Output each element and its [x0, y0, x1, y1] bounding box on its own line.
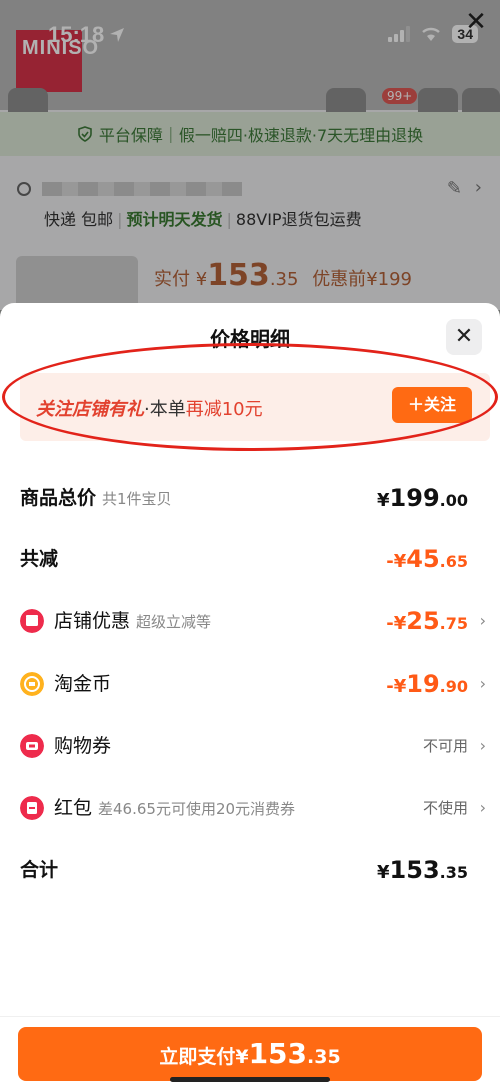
price-detail-sheet: 价格明细 ✕ 关注店铺有礼·本单再减10元 ＋关注 商品总价 共1件宝贝 ¥199…: [0, 303, 500, 1086]
pay-integer: 153: [248, 1037, 308, 1070]
total-reduction-amount: -¥45.65: [386, 545, 468, 573]
red-packet-sub: 差46.65元可使用20元消费券: [98, 800, 296, 818]
follow-store-promo: 关注店铺有礼·本单再减10元 ＋关注: [20, 373, 490, 441]
close-button[interactable]: ✕: [446, 319, 482, 355]
shop-icon: [20, 609, 44, 633]
ticket-icon: [20, 734, 44, 758]
close-icon: ✕: [454, 324, 474, 349]
row-sum: 合计 ¥153.35: [0, 855, 500, 885]
red-packet-icon: [20, 796, 44, 820]
coin-icon: [20, 672, 44, 696]
row-taojinbi[interactable]: 淘金币 -¥19.90 ›: [0, 669, 500, 699]
follow-store-button[interactable]: ＋关注: [392, 387, 472, 423]
chevron-right-icon: ›: [479, 798, 486, 817]
sheet-title: 价格明细: [210, 327, 290, 351]
promo-discount: 再减10元: [185, 399, 263, 420]
goods-total-amount: ¥199.00: [377, 484, 468, 512]
row-goods-total: 商品总价 共1件宝贝 ¥199.00: [0, 483, 500, 513]
pay-decimal: .35: [307, 1046, 341, 1068]
goods-total-label: 商品总价 共1件宝贝: [20, 487, 172, 509]
pay-now-button[interactable]: 立即支付¥153.35: [18, 1027, 482, 1081]
taojinbi-amount: -¥19.90: [386, 670, 468, 698]
pay-currency: ¥: [235, 1046, 249, 1068]
home-indicator[interactable]: [170, 1077, 330, 1082]
chevron-right-icon: ›: [479, 611, 486, 630]
row-red-packet[interactable]: 红包 差46.65元可使用20元消费券 不使用 ›: [0, 793, 500, 823]
row-coupon[interactable]: 购物券 不可用 ›: [0, 731, 500, 761]
shop-discount-sub: 超级立减等: [136, 613, 212, 631]
shop-discount-label: 店铺优惠 超级立减等: [54, 610, 212, 632]
row-shop-discount[interactable]: 店铺优惠 超级立减等 -¥25.75 ›: [0, 606, 500, 636]
dim-overlay[interactable]: [0, 0, 500, 310]
red-packet-status: 不使用: [422, 799, 468, 817]
sum-amount: ¥153.35: [377, 856, 468, 884]
chevron-right-icon: ›: [479, 736, 486, 755]
promo-highlight: 关注店铺有礼: [36, 399, 144, 420]
coupon-status: 不可用: [422, 737, 468, 755]
pay-bar: 立即支付¥153.35: [0, 1016, 500, 1086]
promo-text: 关注店铺有礼·本单再减10元: [36, 395, 263, 421]
shop-discount-amount: -¥25.75: [386, 607, 468, 635]
taojinbi-label: 淘金币: [54, 673, 112, 695]
sum-label: 合计: [20, 859, 59, 881]
row-total-reduction: 共减 -¥45.65: [0, 544, 500, 574]
promo-middle: ·本单: [144, 399, 186, 420]
coupon-label: 购物券: [54, 735, 112, 757]
pay-label: 立即支付: [159, 1046, 236, 1068]
red-packet-label: 红包 差46.65元可使用20元消费券: [54, 797, 296, 819]
chevron-right-icon: ›: [479, 674, 486, 693]
goods-count: 共1件宝贝: [102, 490, 172, 508]
total-reduction-label: 共减: [20, 548, 59, 570]
